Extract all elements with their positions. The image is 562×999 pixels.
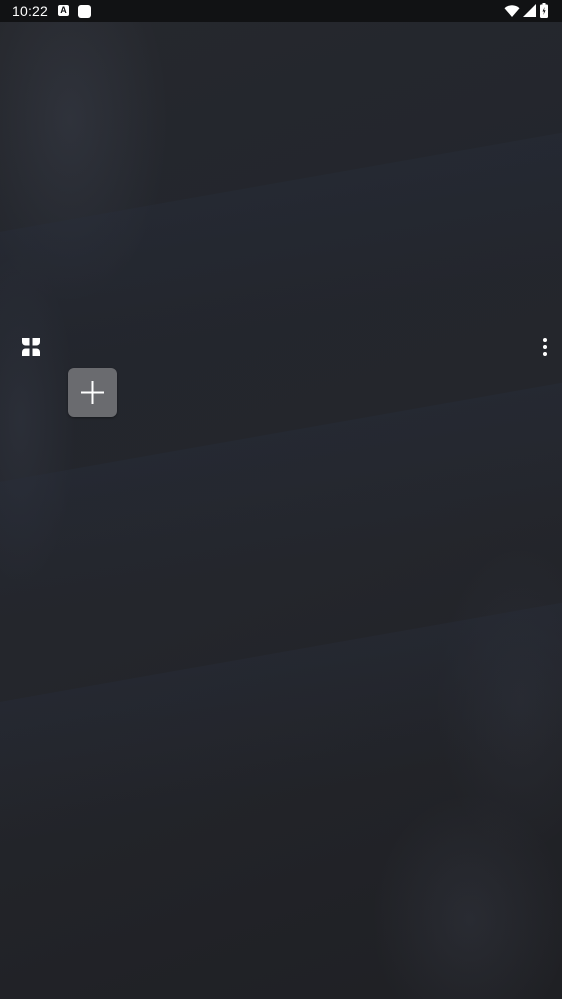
- home-screen: 10:22 A: [0, 0, 562, 999]
- wifi-icon: [504, 5, 520, 17]
- add-button[interactable]: [68, 368, 117, 417]
- wallpaper-band: [0, 581, 562, 859]
- plus-icon: [81, 381, 104, 404]
- app-notification-icon: [78, 5, 91, 18]
- more-vertical-icon[interactable]: [535, 336, 555, 358]
- status-bar: 10:22 A: [0, 0, 562, 22]
- system-icons: [504, 3, 554, 19]
- status-time: 10:22: [12, 3, 49, 19]
- wallpaper-band: [0, 111, 562, 389]
- app-drawer-icon[interactable]: [20, 336, 42, 358]
- battery-icon: [540, 3, 548, 18]
- a-notification-icon: A: [58, 5, 69, 16]
- cellular-signal-icon: [523, 4, 536, 17]
